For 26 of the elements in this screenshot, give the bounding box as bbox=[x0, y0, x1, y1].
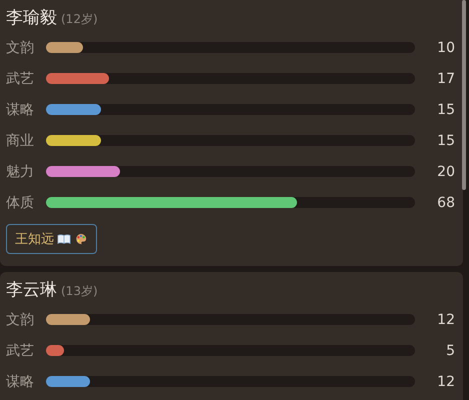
stat-label: 魅力 bbox=[6, 162, 35, 180]
book-icon bbox=[57, 233, 71, 245]
character-name: 李瑜毅 bbox=[6, 7, 57, 29]
stat-value: 10 bbox=[436, 40, 455, 56]
stat-label: 武艺 bbox=[6, 342, 35, 360]
stat-value: 5 bbox=[445, 342, 455, 358]
scrollbar[interactable] bbox=[462, 0, 466, 190]
stat-value: 12 bbox=[436, 312, 455, 328]
stat-label: 商业 bbox=[6, 132, 35, 150]
palette-icon bbox=[74, 233, 88, 245]
stat-value: 17 bbox=[436, 70, 455, 86]
stat-label: 谋略 bbox=[6, 100, 35, 118]
character-age: (12岁) bbox=[61, 11, 98, 28]
stat-label: 文韵 bbox=[6, 38, 35, 56]
tutor-tag[interactable]: 王知远 bbox=[6, 224, 97, 254]
stat-label: 谋略 bbox=[6, 372, 35, 390]
stat-label: 体质 bbox=[6, 194, 35, 212]
stat-label: 武艺 bbox=[6, 70, 35, 88]
stat-value: 15 bbox=[436, 102, 455, 118]
stat-value: 15 bbox=[436, 132, 455, 148]
stat-label: 文韵 bbox=[6, 310, 35, 328]
stat-value: 12 bbox=[436, 374, 455, 390]
character-age: (13岁) bbox=[61, 283, 98, 300]
stat-value: 68 bbox=[436, 194, 455, 210]
character-name: 李云琳 bbox=[6, 279, 57, 301]
stat-value: 20 bbox=[436, 164, 455, 180]
